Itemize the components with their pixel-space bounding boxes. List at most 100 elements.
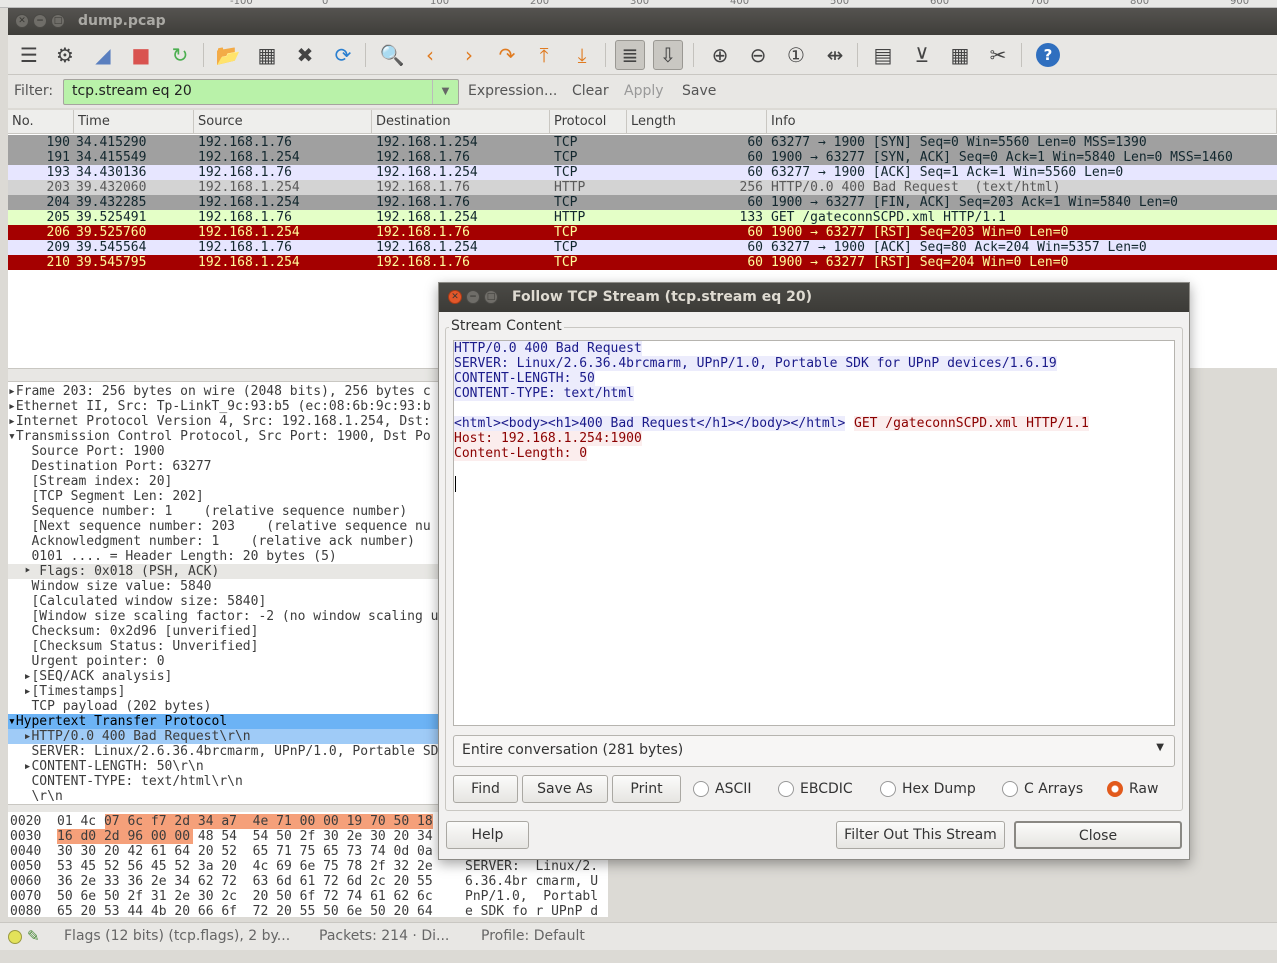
detail-line[interactable]: Urgent pointer: 0	[8, 654, 440, 669]
maximize-window-icon[interactable]: □	[51, 14, 65, 28]
packet-row[interactable]: 205 39.525491 192.168.1.76 192.168.1.254 HTT…	[8, 210, 1277, 225]
minimize-dialog-icon[interactable]: −	[466, 290, 480, 304]
find-button[interactable]: Find	[453, 775, 518, 803]
options-icon[interactable]: ⚙	[50, 40, 80, 70]
detail-line[interactable]: ▸Frame 203: 256 bytes on wire (2048 bits…	[8, 384, 440, 399]
apply-button[interactable]: Apply	[624, 83, 664, 99]
zoom-in-icon[interactable]: ⊕	[705, 40, 735, 70]
interfaces-icon[interactable]: ☰	[14, 40, 44, 70]
packet-row[interactable]: 210 39.545795 192.168.1.254 192.168.1.76 TCP…	[8, 255, 1277, 270]
filter-out-stream-button[interactable]: Filter Out This Stream	[836, 821, 1005, 849]
detail-line[interactable]: ▸CONTENT-LENGTH: 50\r\n	[8, 759, 440, 774]
go-to-packet-icon[interactable]: ↷	[492, 40, 522, 70]
column-header-time[interactable]: Time	[74, 110, 194, 134]
detail-line[interactable]: [Window size scaling factor: -2 (no wind…	[8, 609, 440, 624]
detail-line[interactable]: Checksum: 0x2d96 [unverified]	[8, 624, 440, 639]
detail-line[interactable]: 0101 .... = Header Length: 20 bytes (5)	[8, 549, 440, 564]
minimize-window-icon[interactable]: −	[33, 14, 47, 28]
help-icon[interactable]: ?	[1036, 43, 1060, 67]
resize-columns-icon[interactable]: ⇹	[820, 40, 850, 70]
detail-line[interactable]: [Checksum Status: Unverified]	[8, 639, 440, 654]
preferences-icon[interactable]: ✂	[983, 40, 1013, 70]
edit-comment-icon[interactable]: ✎	[27, 927, 40, 945]
detail-line[interactable]: CONTENT-TYPE: text/html\r\n	[8, 774, 440, 789]
go-forward-icon[interactable]: ›	[454, 40, 484, 70]
format-radio-raw[interactable]: Raw	[1107, 775, 1158, 803]
column-header-no[interactable]: No.	[8, 110, 74, 134]
detail-line[interactable]: ‣ Flags: 0x018 (PSH, ACK)	[8, 564, 440, 579]
maximize-dialog-icon[interactable]: □	[484, 290, 498, 304]
auto-scroll-icon[interactable]: ⇩	[653, 40, 683, 70]
help-button[interactable]: Help	[446, 821, 529, 849]
hex-bytes[interactable]: 65 20 53 44 4b 20 66 6f 72 20 55 50 6e 5…	[57, 904, 433, 917]
clear-button[interactable]: Clear	[572, 83, 609, 99]
last-packet-icon[interactable]: ⤓	[567, 40, 597, 70]
detail-line[interactable]: ▾Hypertext Transfer Protocol	[8, 714, 440, 729]
detail-line[interactable]: \r\n	[8, 789, 440, 804]
pane-splitter[interactable]	[8, 368, 440, 382]
hex-bytes[interactable]: 50 6e 50 2f 31 2e 30 2c 20 50 6f 72 74 6…	[57, 889, 433, 904]
find-packet-icon[interactable]: 🔍	[377, 40, 407, 70]
packet-row[interactable]: 206 39.525760 192.168.1.254 192.168.1.76 TCP…	[8, 225, 1277, 240]
hex-bytes[interactable]: 53 45 52 56 45 52 3a 20 4c 69 6e 75 78 2…	[57, 859, 433, 874]
close-window-icon[interactable]: ✕	[15, 14, 29, 28]
packet-row[interactable]: 191 34.415549 192.168.1.254 192.168.1.76 TCP…	[8, 150, 1277, 165]
detail-line[interactable]: SERVER: Linux/2.6.36.4brcmarm, UPnP/1.0,…	[8, 744, 440, 759]
packet-row[interactable]: 209 39.545564 192.168.1.76 192.168.1.254 TCP…	[8, 240, 1277, 255]
hex-bytes[interactable]: 01 4c 07 6c f7 2d 34 a7 4e 71 00 00 19 7…	[57, 814, 433, 829]
status-profile[interactable]: Profile: Default	[481, 928, 585, 944]
format-radio-hex-dump[interactable]: Hex Dump	[880, 775, 976, 803]
format-radio-c-arrays[interactable]: C Arrays	[1002, 775, 1083, 803]
conversation-select[interactable]: Entire conversation (281 bytes) ▼	[453, 735, 1175, 767]
hex-bytes[interactable]: 30 30 20 42 61 64 20 52 65 71 75 65 73 7…	[57, 844, 433, 859]
packet-row[interactable]: 193 34.430136 192.168.1.76 192.168.1.254 TCP…	[8, 165, 1277, 180]
detail-line[interactable]: ▾Transmission Control Protocol, Src Port…	[8, 429, 440, 444]
chevron-down-icon[interactable]: ▼	[432, 80, 458, 104]
column-header-source[interactable]: Source	[194, 110, 372, 134]
display-filters-icon[interactable]: ⊻	[907, 40, 937, 70]
save-file-icon[interactable]: ▦	[252, 40, 282, 70]
stop-capture-icon[interactable]: ■	[126, 40, 156, 70]
save-filter-button[interactable]: Save	[682, 83, 716, 99]
detail-line[interactable]: [Stream index: 20]	[8, 474, 440, 489]
detail-line[interactable]: [TCP Segment Len: 202]	[8, 489, 440, 504]
close-dialog-icon[interactable]: ✕	[448, 290, 462, 304]
stream-content-text[interactable]: HTTP/0.0 400 Bad Request SERVER: Linux/2.…	[453, 340, 1175, 726]
close-button[interactable]: Close	[1014, 821, 1182, 849]
hex-bytes[interactable]: 36 2e 33 36 2e 34 62 72 63 6d 61 72 6d 2…	[57, 874, 433, 889]
packet-row[interactable]: 203 39.432060 192.168.1.254 192.168.1.76 HTT…	[8, 180, 1277, 195]
format-radio-ascii[interactable]: ASCII	[693, 775, 752, 803]
column-header-info[interactable]: Info	[767, 110, 1277, 134]
detail-line[interactable]: Acknowledgment number: 1 (relative ack n…	[8, 534, 440, 549]
detail-line[interactable]: ▸Ethernet II, Src: Tp-LinkT_9c:93:b5 (ec…	[8, 399, 440, 414]
colorize-icon[interactable]: ≣	[615, 40, 645, 70]
column-header-length[interactable]: Length	[627, 110, 767, 134]
start-capture-icon[interactable]: ◢	[88, 40, 118, 70]
reload-icon[interactable]: ⟳	[328, 40, 358, 70]
detail-line[interactable]: Sequence number: 1 (relative sequence nu…	[8, 504, 440, 519]
open-file-icon[interactable]: 📂	[213, 40, 243, 70]
capture-filters-icon[interactable]: ▤	[868, 40, 898, 70]
coloring-rules-icon[interactable]: ▦	[945, 40, 975, 70]
format-radio-ebcdic[interactable]: EBCDIC	[778, 775, 853, 803]
detail-line[interactable]: [Calculated window size: 5840]	[8, 594, 440, 609]
column-header-destination[interactable]: Destination	[372, 110, 550, 134]
print-button[interactable]: Print	[612, 775, 681, 803]
detail-line[interactable]: ▸HTTP/0.0 400 Bad Request\r\n	[8, 729, 440, 744]
packet-row[interactable]: 190 34.415290 192.168.1.76 192.168.1.254 TCP…	[8, 135, 1277, 150]
packet-details-tree[interactable]: ▸Frame 203: 256 bytes on wire (2048 bits…	[8, 382, 440, 804]
detail-line[interactable]: Source Port: 1900	[8, 444, 440, 459]
normal-size-icon[interactable]: ①	[781, 40, 811, 70]
restart-capture-icon[interactable]: ↻	[165, 40, 195, 70]
first-packet-icon[interactable]: ⤒	[529, 40, 559, 70]
detail-line[interactable]: ▸Internet Protocol Version 4, Src: 192.1…	[8, 414, 440, 429]
zoom-out-icon[interactable]: ⊖	[743, 40, 773, 70]
packet-row[interactable]: 204 39.432285 192.168.1.254 192.168.1.76 TCP…	[8, 195, 1277, 210]
hex-bytes[interactable]: 16 d0 2d 96 00 00 48 54 54 50 2f 30 2e 3…	[57, 829, 433, 844]
pane-splitter[interactable]	[8, 804, 440, 812]
save-as-button[interactable]: Save As	[522, 775, 608, 803]
expert-info-icon[interactable]	[8, 930, 22, 944]
detail-line[interactable]: [Next sequence number: 203 (relative seq…	[8, 519, 440, 534]
detail-line[interactable]: ▸[Timestamps]	[8, 684, 440, 699]
detail-line[interactable]: TCP payload (202 bytes)	[8, 699, 440, 714]
